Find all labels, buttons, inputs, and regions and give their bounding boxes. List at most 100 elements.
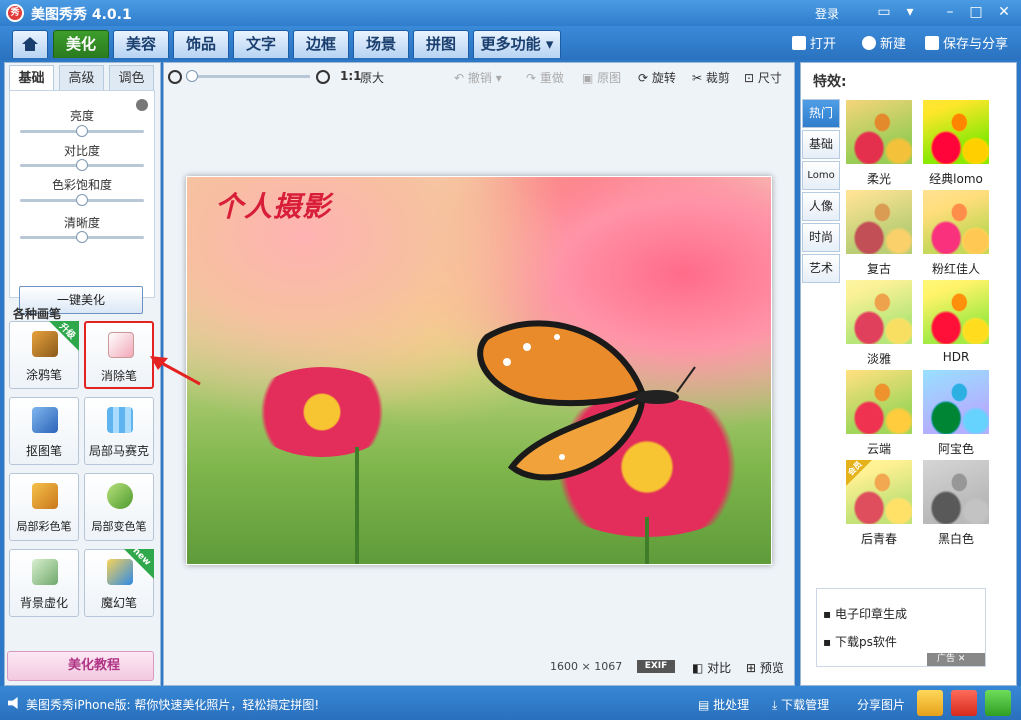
effect-soft-light[interactable]: 柔光 [846,100,912,186]
star-icon[interactable] [917,690,943,716]
redo-button[interactable]: ↷ 重做 [526,69,564,86]
new-label: 新建 [880,37,907,52]
effect-label: 经典lomo [929,172,983,186]
tab-beautify[interactable]: 美化 [53,30,109,58]
effect-label: 黑白色 [937,532,974,546]
subtab-advanced[interactable]: 高级 [59,65,104,91]
zoom-in-icon[interactable] [316,70,330,84]
tab-makeup[interactable]: 美容 [113,30,169,58]
effect-black-white[interactable]: 黑白色 [923,460,989,546]
effect-label: 柔光 [866,172,891,186]
sharpness-knob[interactable] [76,231,88,243]
status-message[interactable]: 美图秀秀iPhone版: 帮你快速美化照片，轻松搞定拼图! [26,696,319,713]
effect-elegant[interactable]: 淡雅 [846,280,912,366]
zoom-out-icon[interactable] [168,70,182,84]
mosaic-brush-tool[interactable]: 局部马赛克 [84,397,154,465]
doodle-brush-tool[interactable]: 升级 涂鸦笔 [9,321,79,389]
menu-icon[interactable]: ▾ [900,3,920,21]
size-button[interactable]: ⊡ 尺寸 [744,69,782,86]
tab-scene[interactable]: 场景 [353,30,409,58]
effect-abao-color[interactable]: 阿宝色 [923,370,989,456]
tutorial-button[interactable]: 美化教程 [7,651,154,681]
tab-frame[interactable]: 边框 [293,30,349,58]
sharpness-slider[interactable] [20,231,144,243]
fx-tab-lomo[interactable]: Lomo [802,161,840,190]
effect-youth[interactable]: 会员 后青春 [846,460,912,546]
download-label: 下载管理 [781,698,830,712]
minimize-icon[interactable]: – [940,3,960,21]
original-size-button[interactable]: 原大 [360,69,384,86]
effect-retro[interactable]: 复古 [846,190,912,276]
download-manager-button[interactable]: ⤓ 下载管理 [772,696,829,713]
photo-canvas[interactable]: 个人摄影 [186,176,772,565]
original-image-button[interactable]: ▣ 原图 [582,69,621,86]
tab-text[interactable]: 文字 [233,30,289,58]
ad-link-seal-label: 电子印章生成 [834,607,907,621]
photo-caption: 个人摄影 [215,190,332,223]
magic-brush-tool[interactable]: new 魔幻笔 [84,546,154,617]
ratio-label[interactable]: 1:1 [340,69,362,83]
feedback-icon[interactable]: ▭ [874,3,894,21]
cutout-brush-tool[interactable]: 抠图笔 [9,397,79,465]
doodle-brush-label: 涂鸦笔 [25,368,62,382]
background-blur-tool[interactable]: 背景虚化 [9,549,79,617]
crop-button[interactable]: ✂ 裁剪 [692,69,730,86]
color-brush-tool[interactable]: 局部彩色笔 [9,473,79,541]
brightness-knob[interactable] [76,125,88,137]
exif-button[interactable]: EXIF [637,660,675,673]
saturation-slider[interactable] [20,194,144,206]
effect-label: 淡雅 [866,352,891,366]
zoom-knob[interactable] [186,70,198,82]
effect-label: 阿宝色 [937,442,974,456]
tab-more[interactable]: 更多功能 ▾ [473,30,561,58]
compare-button[interactable]: ◧ 对比 [692,659,731,676]
eraser-brush-tool[interactable]: 消除笔 [84,321,154,389]
batch-label: 批处理 [713,698,750,712]
weibo-icon[interactable] [951,690,977,716]
fx-tab-fashion[interactable]: 时尚 [802,223,840,252]
ad-link-ps[interactable]: ▪ 下载ps软件 [823,633,897,650]
ad-badge[interactable]: 广告 ✕ [927,653,985,666]
fx-tab-hot[interactable]: 热门 [802,99,840,128]
login-link[interactable]: 登录 [815,5,839,22]
subtab-color[interactable]: 调色 [109,65,154,91]
effect-label: 粉红佳人 [931,262,980,276]
close-icon[interactable]: ✕ [994,3,1014,21]
brightness-slider[interactable] [20,125,144,137]
rotate-button[interactable]: ⟳ 旋转 [638,69,676,86]
save-share-button[interactable]: 保存与分享 [925,33,1008,52]
add-icon[interactable] [985,690,1011,716]
contrast-knob[interactable] [76,159,88,171]
mosaic-brush-label: 局部马赛克 [88,444,149,458]
eraser-brush-label: 消除笔 [100,369,137,383]
ad-link-seal[interactable]: ▪ 电子印章生成 [823,605,907,622]
redo-label: 重做 [539,71,564,85]
fx-tab-art[interactable]: 艺术 [802,254,840,283]
undo-button[interactable]: ↶ 撤销 ▾ [454,69,502,86]
paint-bucket-icon [107,483,133,509]
effect-cloud[interactable]: 云端 [846,370,912,456]
maximize-icon[interactable]: □ [966,3,986,21]
batch-button[interactable]: ▤ 批处理 [698,696,749,713]
effect-classic-lomo[interactable]: 经典lomo [923,100,989,186]
subtab-basic[interactable]: 基础 [9,65,54,91]
recolor-brush-tool[interactable]: 局部变色笔 [84,473,154,541]
fx-tab-basic[interactable]: 基础 [802,130,840,159]
preview-button[interactable]: ⊞ 预览 [746,659,784,676]
open-button[interactable]: 打开 [792,33,836,52]
share-image-label[interactable]: 分享图片 [857,696,905,713]
new-button[interactable]: 新建 [862,33,906,52]
saturation-knob[interactable] [76,194,88,206]
effect-pink-lady[interactable]: 粉红佳人 [923,190,989,276]
effect-hdr[interactable]: HDR [923,280,989,364]
recolor-brush-label: 局部变色笔 [91,520,147,533]
tab-home[interactable] [12,30,48,58]
tab-accessories[interactable]: 饰品 [173,30,229,58]
image-width: 1600 [550,660,578,673]
tab-collage[interactable]: 拼图 [413,30,469,58]
cutout-pen-icon [32,407,58,433]
effect-label: 云端 [866,442,891,456]
contrast-slider[interactable] [20,159,144,171]
fx-tab-portrait[interactable]: 人像 [802,192,840,221]
zoom-slider[interactable] [186,70,310,82]
